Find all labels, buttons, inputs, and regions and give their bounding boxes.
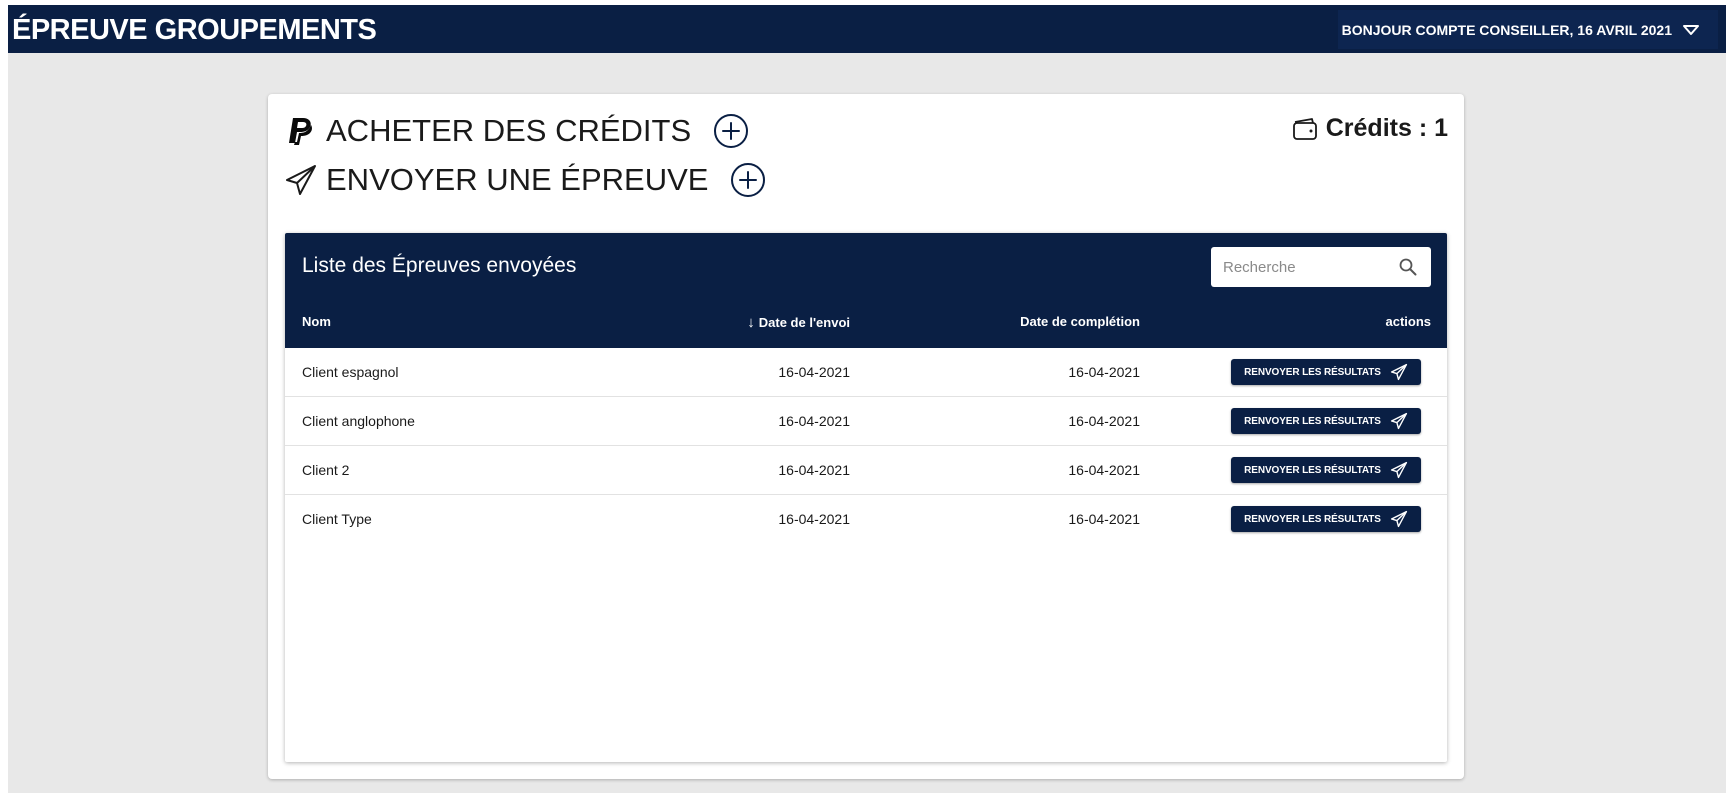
resend-results-label: RENVOYER LES RÉSULTATS — [1244, 464, 1381, 476]
paper-plane-icon — [1390, 412, 1407, 430]
main-card: ACHETER DES CRÉDITS ENVOYER UNE ÉPREUVE … — [268, 94, 1464, 779]
column-header-sent-date-label: Date de l'envoi — [758, 315, 850, 330]
send-test-action[interactable]: ENVOYER UNE ÉPREUVE — [284, 162, 766, 198]
triangle-down-icon — [1683, 24, 1699, 35]
search-icon[interactable] — [1399, 258, 1417, 276]
paypal-icon — [284, 114, 318, 148]
user-menu-button[interactable]: BONJOUR COMPTE CONSEILLER, 16 AVRIL 2021 — [1338, 10, 1718, 49]
table-row: Client anglophone 16-04-2021 16-04-2021 … — [285, 397, 1447, 446]
cell-completion-date: 16-04-2021 — [1068, 511, 1140, 527]
cell-sent-date: 16-04-2021 — [778, 364, 850, 380]
paper-plane-icon — [1390, 363, 1407, 381]
paper-plane-icon — [284, 163, 318, 197]
cell-name: Client espagnol — [302, 364, 399, 380]
credits-label: Crédits : 1 — [1325, 114, 1448, 142]
user-menu-label: BONJOUR COMPTE CONSEILLER, 16 AVRIL 2021 — [1341, 21, 1672, 38]
resend-results-label: RENVOYER LES RÉSULTATS — [1244, 415, 1381, 427]
wallet-icon — [1292, 117, 1317, 140]
paper-plane-icon — [1390, 510, 1407, 528]
sort-descending-icon: ↓ — [747, 314, 755, 331]
credits-display: Crédits : 1 — [1292, 114, 1448, 143]
resend-results-label: RENVOYER LES RÉSULTATS — [1244, 366, 1381, 378]
buy-credits-action[interactable]: ACHETER DES CRÉDITS — [284, 113, 749, 149]
cell-completion-date: 16-04-2021 — [1068, 462, 1140, 478]
search-input[interactable] — [1211, 247, 1391, 287]
column-header-name[interactable]: Nom — [302, 314, 331, 329]
cell-sent-date: 16-04-2021 — [778, 462, 850, 478]
buy-credits-label: ACHETER DES CRÉDITS — [326, 113, 692, 148]
paper-plane-icon — [1390, 461, 1407, 479]
cell-sent-date: 16-04-2021 — [778, 413, 850, 429]
column-header-actions: actions — [1385, 314, 1431, 329]
resend-results-button[interactable]: RENVOYER LES RÉSULTATS — [1231, 506, 1421, 532]
column-header-sent-date[interactable]: ↓ Date de l'envoi — [747, 314, 850, 331]
send-test-label: ENVOYER UNE ÉPREUVE — [326, 162, 709, 197]
table-header: Liste des Épreuves envoyées Nom ↓ Date d… — [285, 233, 1447, 348]
table-row: Client espagnol 16-04-2021 16-04-2021 RE… — [285, 348, 1447, 397]
cell-completion-date: 16-04-2021 — [1068, 413, 1140, 429]
table-row: Client 2 16-04-2021 16-04-2021 RENVOYER … — [285, 446, 1447, 495]
column-header-completion-date[interactable]: Date de complétion — [1020, 314, 1140, 329]
top-bar: ÉPREUVE GROUPEMENTS BONJOUR COMPTE CONSE… — [8, 5, 1726, 53]
sent-tests-table: Liste des Épreuves envoyées Nom ↓ Date d… — [285, 233, 1447, 762]
resend-results-button[interactable]: RENVOYER LES RÉSULTATS — [1231, 359, 1421, 385]
resend-results-label: RENVOYER LES RÉSULTATS — [1244, 513, 1381, 525]
search-box — [1211, 247, 1431, 287]
cell-name: Client 2 — [302, 462, 350, 478]
resend-results-button[interactable]: RENVOYER LES RÉSULTATS — [1231, 408, 1421, 434]
resend-results-button[interactable]: RENVOYER LES RÉSULTATS — [1231, 457, 1421, 483]
plus-circle-icon[interactable] — [730, 162, 766, 198]
table-row: Client Type 16-04-2021 16-04-2021 RENVOY… — [285, 495, 1447, 544]
cell-completion-date: 16-04-2021 — [1068, 364, 1140, 380]
app-title: ÉPREUVE GROUPEMENTS — [12, 14, 377, 46]
cell-name: Client Type — [302, 511, 372, 527]
table-title: Liste des Épreuves envoyées — [302, 254, 577, 277]
plus-circle-icon[interactable] — [713, 113, 749, 149]
cell-sent-date: 16-04-2021 — [778, 511, 850, 527]
cell-name: Client anglophone — [302, 413, 415, 429]
